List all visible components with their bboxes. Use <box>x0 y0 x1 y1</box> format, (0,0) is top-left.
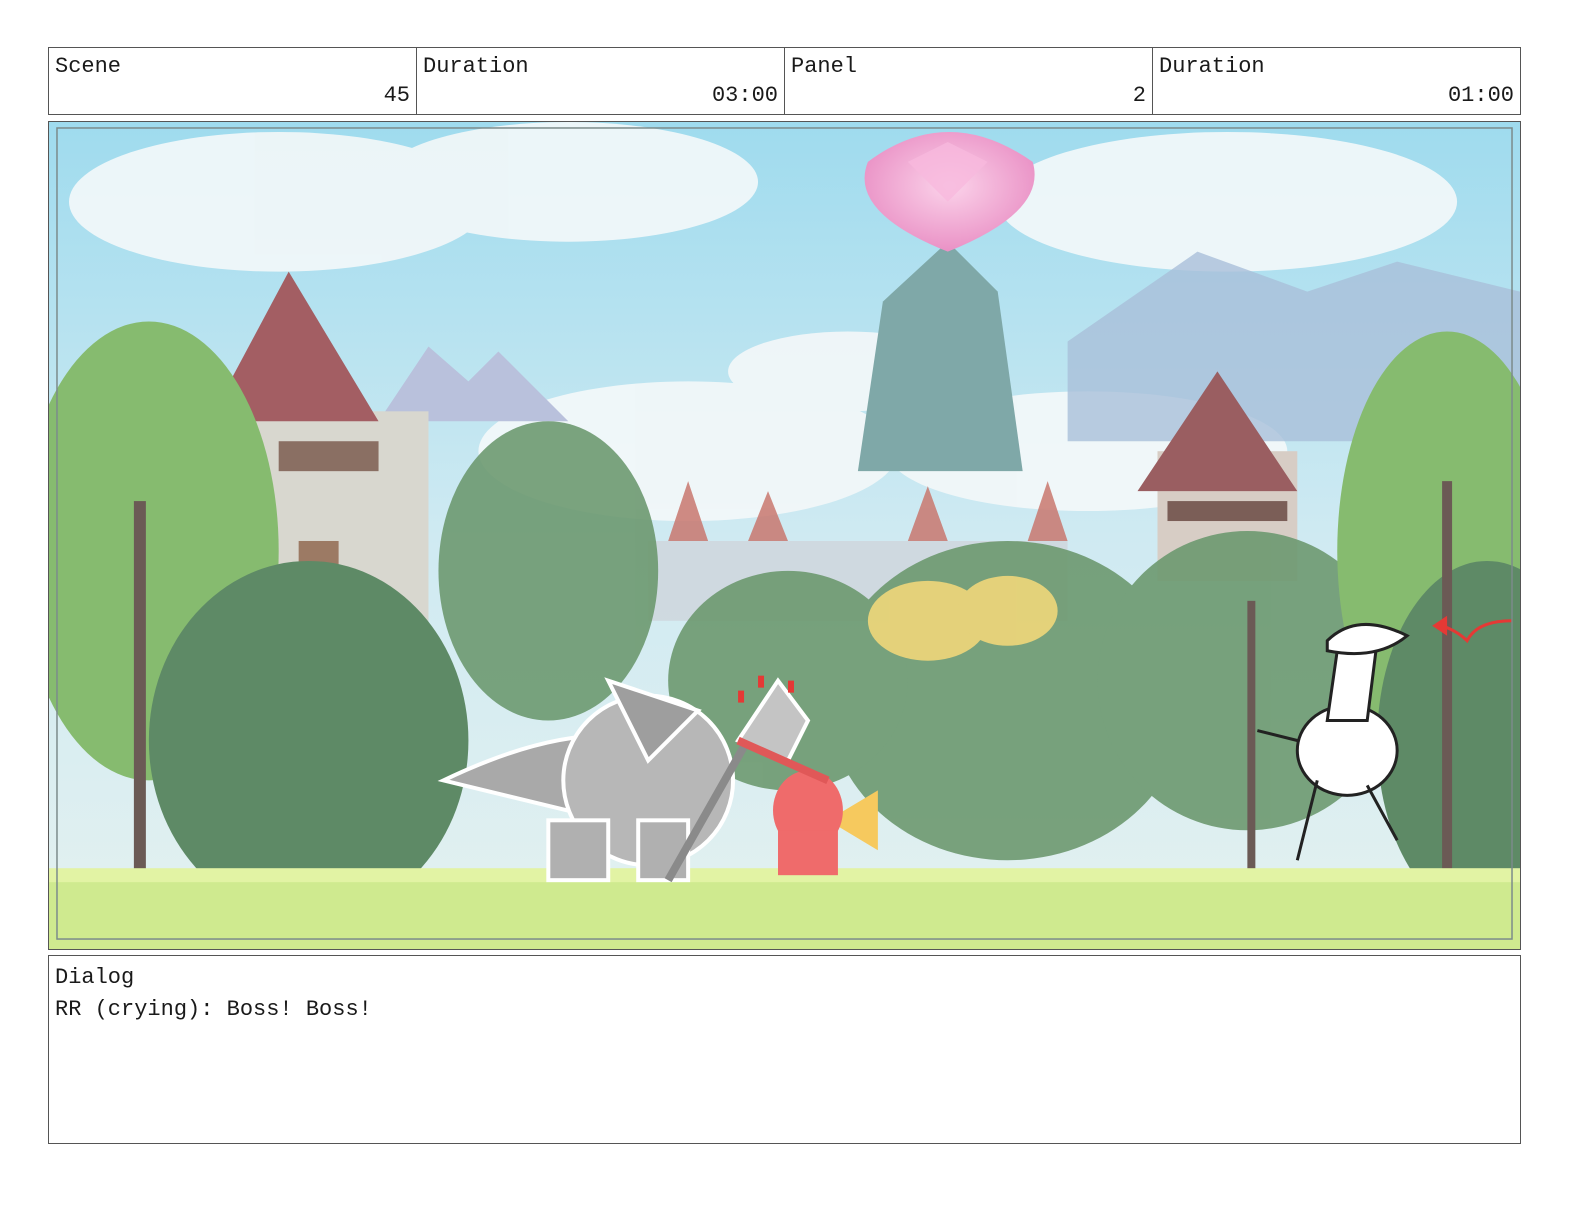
panel-header: Scene 45 Duration 03:00 Panel 2 Duration… <box>48 47 1521 115</box>
scene-duration-value[interactable]: 03:00 <box>712 83 778 108</box>
panel-cell: Panel 2 <box>785 48 1153 114</box>
scene-value[interactable]: 45 <box>384 83 410 108</box>
dialog-text[interactable]: RR (crying): Boss! Boss! <box>55 994 1514 1026</box>
panel-duration-label: Duration <box>1159 54 1265 79</box>
scene-illustration <box>49 122 1520 949</box>
panel-duration-value[interactable]: 01:00 <box>1448 83 1514 108</box>
dialog-box[interactable]: Dialog RR (crying): Boss! Boss! <box>48 955 1521 1144</box>
scene-cell: Scene 45 <box>49 48 417 114</box>
grass <box>49 875 1520 949</box>
scene-label: Scene <box>55 54 122 79</box>
scene-duration-label: Duration <box>423 54 529 79</box>
panel-duration-cell: Duration 01:00 <box>1153 48 1520 114</box>
panel-label: Panel <box>791 54 858 79</box>
scene-duration-cell: Duration 03:00 <box>417 48 785 114</box>
panel-value[interactable]: 2 <box>1133 83 1146 108</box>
dialog-label: Dialog <box>55 965 135 990</box>
storyboard-panel-image[interactable] <box>48 121 1521 950</box>
